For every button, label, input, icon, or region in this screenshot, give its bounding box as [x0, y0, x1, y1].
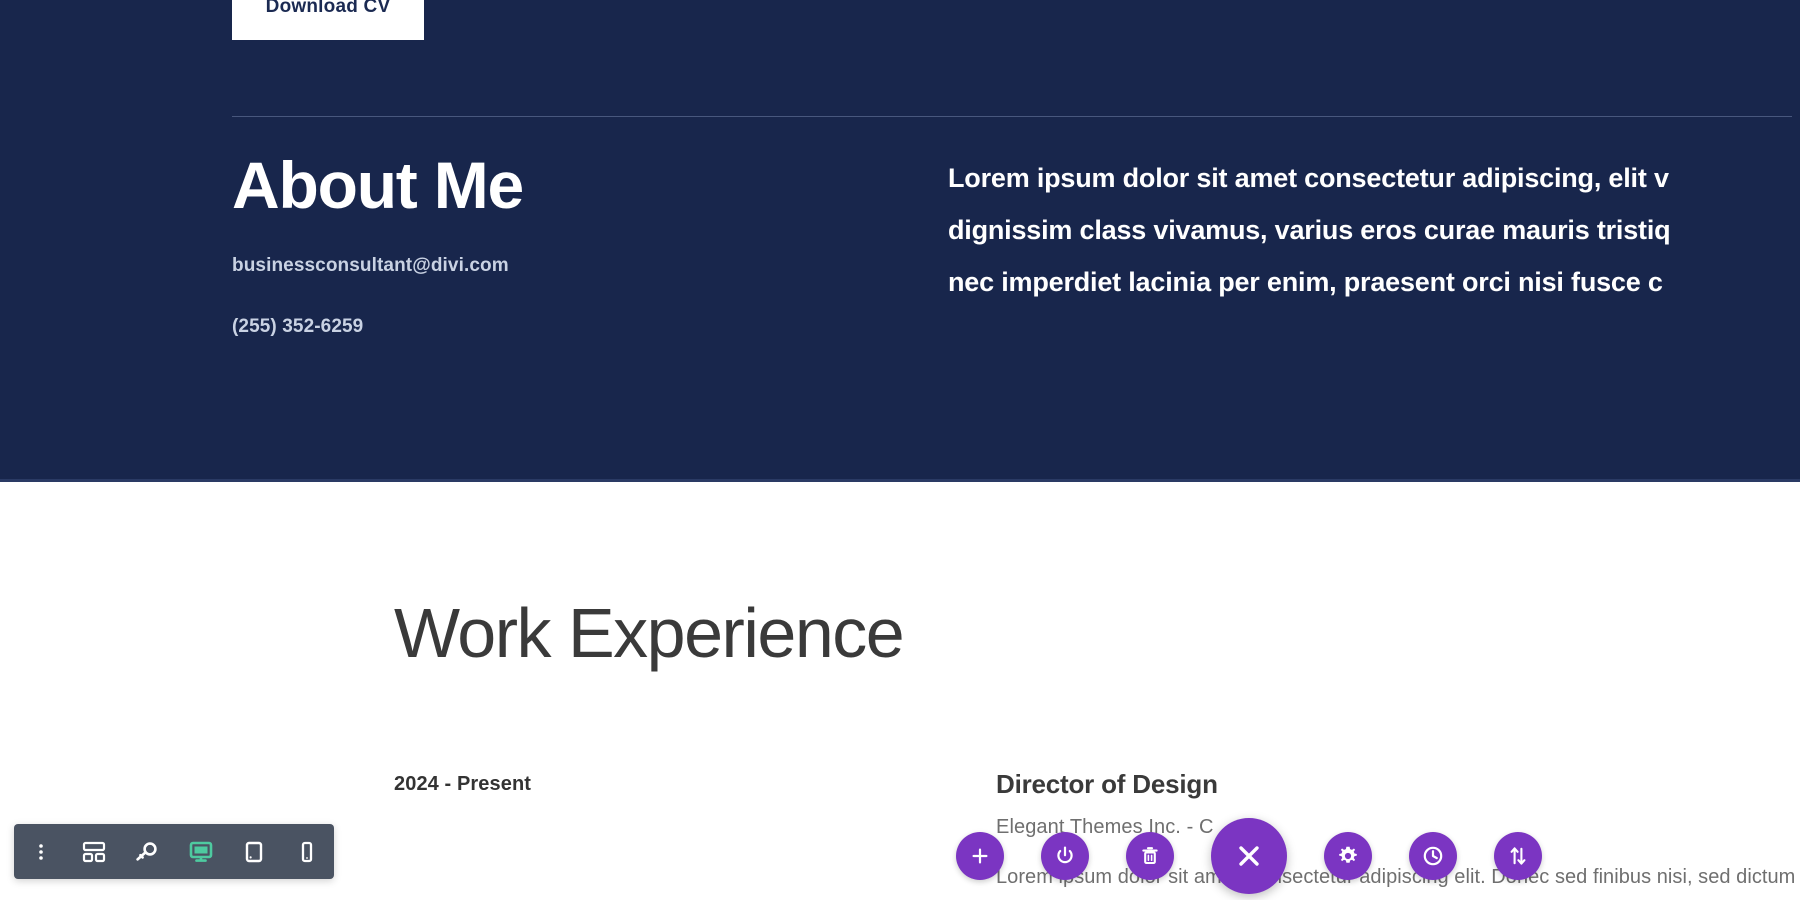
page-root: Download CV About Me businessconsultant@…	[0, 0, 1800, 900]
mobile-icon[interactable]	[281, 824, 334, 879]
gear-icon[interactable]	[1324, 832, 1372, 880]
about-section: Download CV About Me businessconsultant@…	[0, 0, 1800, 482]
zoom-key-icon[interactable]	[121, 824, 174, 879]
about-email[interactable]: businessconsultant@divi.com	[232, 255, 932, 277]
trash-icon[interactable]	[1126, 832, 1174, 880]
about-left-column: About Me businessconsultant@divi.com (25…	[232, 148, 932, 338]
desktop-icon[interactable]	[174, 824, 227, 879]
sort-icon[interactable]	[1494, 832, 1542, 880]
section-divider	[232, 116, 1792, 117]
responsive-view-toolbar[interactable]	[14, 824, 334, 879]
history-icon[interactable]	[1409, 832, 1457, 880]
add-icon[interactable]	[956, 832, 1004, 880]
download-cv-button[interactable]: Download CV	[232, 0, 424, 40]
about-phone[interactable]: (255) 352-6259	[232, 316, 932, 338]
power-icon[interactable]	[1041, 832, 1089, 880]
job-date: 2024 - Present	[394, 773, 532, 795]
about-paragraph-line-1: Lorem ipsum dolor sit amet consectetur a…	[948, 163, 1669, 193]
more-options-icon[interactable]	[14, 824, 67, 879]
wireframe-icon[interactable]	[67, 824, 120, 879]
about-paragraph-line-3: nec imperdiet lacinia per enim, praesent…	[948, 267, 1663, 297]
tablet-icon[interactable]	[227, 824, 280, 879]
job-role: Director of Design	[996, 769, 1218, 799]
about-paragraph-line-2: dignissim class vivamus, varius eros cur…	[948, 215, 1671, 245]
about-right-column: Lorem ipsum dolor sit amet consectetur a…	[948, 152, 1800, 308]
builder-action-bar[interactable]	[956, 816, 1542, 896]
close-icon[interactable]	[1211, 818, 1287, 894]
work-experience-heading: Work Experience	[394, 594, 905, 672]
about-heading: About Me	[232, 148, 524, 222]
